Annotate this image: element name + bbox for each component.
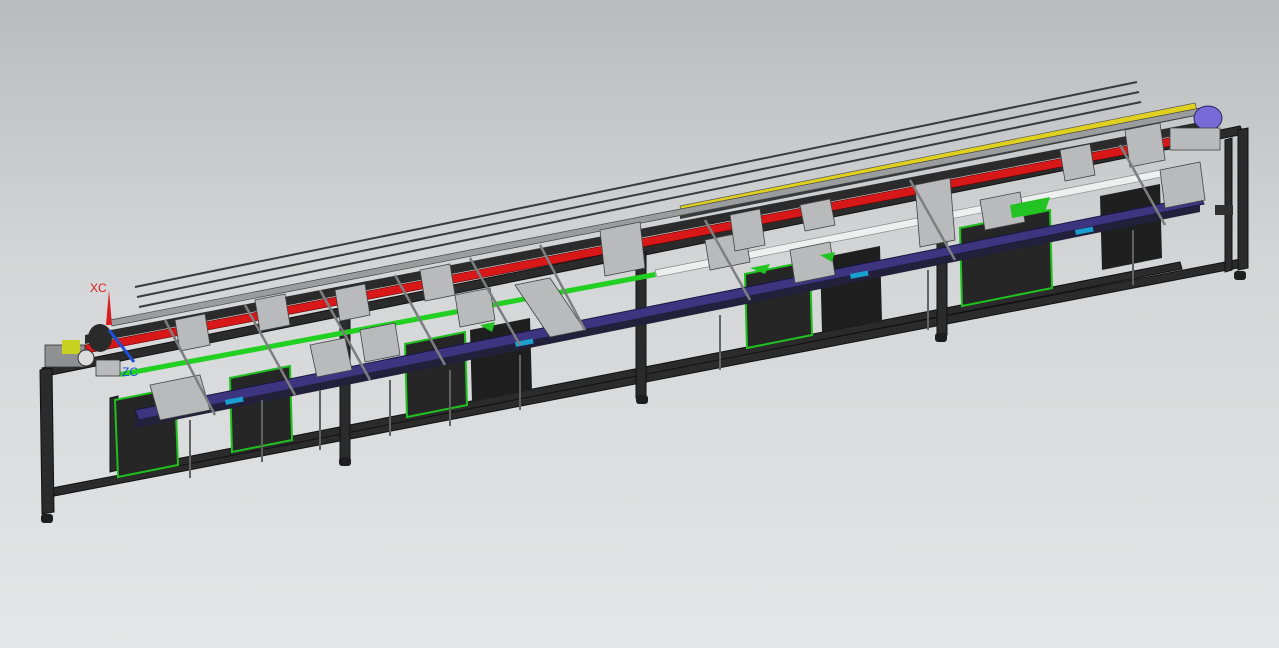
x-axis-arrow	[106, 290, 112, 325]
x-axis-label: XC	[90, 281, 107, 295]
z-axis-label: ZC	[122, 365, 138, 379]
assembly-model[interactable]: XC ZC	[0, 0, 1279, 648]
cad-viewport[interactable]: XC ZC	[0, 0, 1279, 648]
